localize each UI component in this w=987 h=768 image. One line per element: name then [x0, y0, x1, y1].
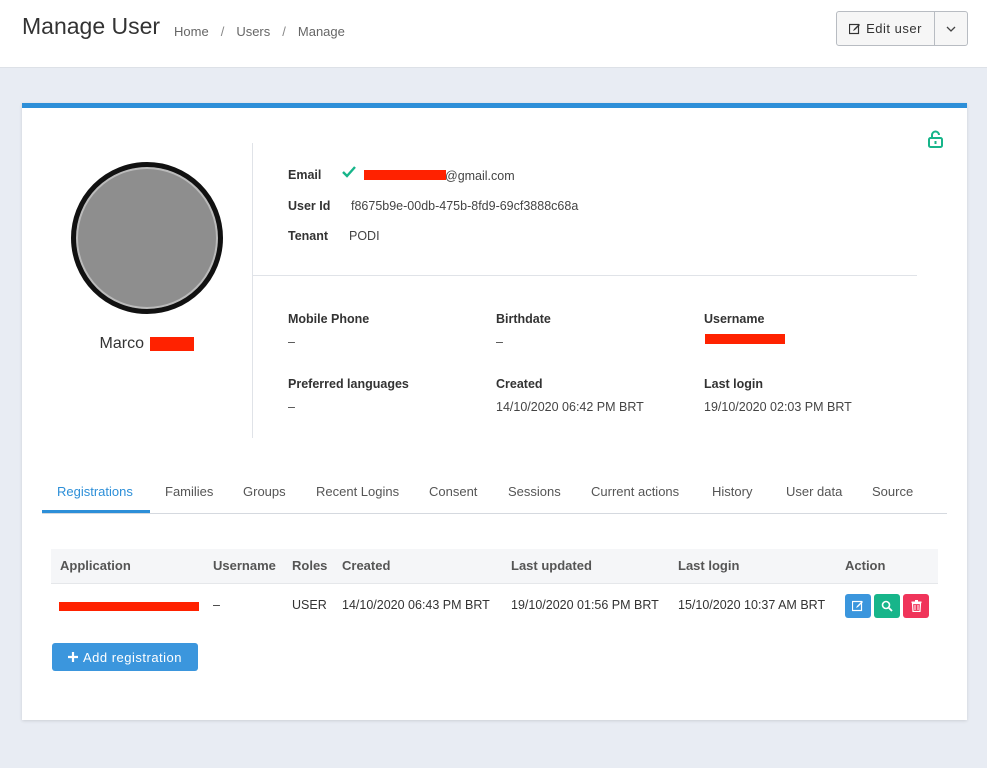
table-row: – USER 14/10/2020 06:43 PM BRT 19/10/202… [51, 583, 938, 626]
mobile-phone-value: – [288, 335, 295, 349]
horizontal-divider [253, 275, 917, 276]
breadcrumb-home[interactable]: Home [174, 24, 209, 39]
last-login-value: 19/10/2020 02:03 PM BRT [704, 400, 852, 414]
add-registration-label: Add registration [82, 649, 183, 665]
user-panel: Marco Email @gmail.com User Id f8675b9e-… [22, 103, 967, 720]
row-last-login: 15/10/2020 10:37 AM BRT [678, 598, 826, 612]
created-label: Created [496, 377, 543, 391]
plus-icon [67, 652, 78, 662]
row-last-updated: 19/10/2020 01:56 PM BRT [511, 598, 659, 612]
page-title: Manage User [22, 13, 161, 39]
column-header-roles: Roles [292, 558, 328, 573]
user-first-name: Marco [99, 335, 144, 352]
tenant-value: PODI [349, 229, 380, 243]
tab-bar: Registrations Families Groups Recent Log… [42, 473, 947, 514]
tab-groups[interactable]: Groups [243, 484, 286, 499]
edit-user-button[interactable]: Edit user [837, 12, 935, 45]
edit-registration-button[interactable] [845, 594, 871, 618]
tab-user-data[interactable]: User data [786, 484, 842, 499]
table-header: Application Username Roles Created Last … [51, 549, 938, 583]
breadcrumb-separator: / [282, 24, 286, 39]
redacted-username [705, 334, 785, 344]
tab-current-actions[interactable]: Current actions [591, 484, 679, 499]
redacted-application-name [59, 602, 199, 611]
preferred-languages-value: – [288, 400, 295, 414]
edit-user-label: Edit user [866, 21, 922, 36]
breadcrumb-manage: Manage [297, 24, 345, 39]
column-header-username: Username [213, 558, 276, 573]
search-icon [881, 600, 893, 612]
tab-families[interactable]: Families [165, 484, 213, 499]
tab-consent[interactable]: Consent [429, 484, 477, 499]
mobile-phone-label: Mobile Phone [288, 312, 370, 326]
edit-icon [852, 600, 863, 612]
tab-source[interactable]: Source [872, 484, 913, 499]
created-value: 14/10/2020 06:42 PM BRT [496, 400, 644, 414]
tab-history[interactable]: History [712, 484, 752, 499]
breadcrumb-users[interactable]: Users [236, 24, 270, 39]
email-label: Email [288, 168, 322, 182]
column-header-action: Action [845, 558, 886, 573]
tenant-label: Tenant [288, 229, 329, 243]
vertical-divider [252, 143, 253, 438]
tab-registrations[interactable]: Registrations [57, 484, 133, 499]
delete-registration-button[interactable] [903, 594, 929, 618]
user-id-label: User Id [288, 199, 331, 213]
column-header-application: Application [60, 558, 131, 573]
user-full-name: Marco [22, 335, 272, 353]
birthdate-value: – [496, 335, 503, 349]
column-header-last-updated: Last updated [511, 558, 592, 573]
birthdate-label: Birthdate [496, 312, 551, 326]
edit-user-button-group: Edit user [836, 11, 968, 46]
unlock-icon [928, 130, 943, 148]
redacted-last-name [150, 336, 195, 351]
redacted-email [364, 170, 446, 180]
column-header-last-login: Last login [678, 558, 740, 573]
top-bar: Manage User Home / Users / Manage Edit u… [0, 0, 987, 68]
avatar [71, 162, 223, 314]
view-registration-button[interactable] [874, 594, 900, 618]
check-icon [342, 166, 356, 178]
breadcrumb: Home / Users / Manage [174, 24, 345, 39]
edit-user-dropdown-toggle[interactable] [935, 12, 967, 45]
add-registration-button[interactable]: Add registration [52, 643, 198, 671]
chevron-down-icon [946, 26, 956, 32]
username-label: Username [704, 312, 765, 326]
tab-recent-logins[interactable]: Recent Logins [316, 484, 399, 499]
row-created: 14/10/2020 06:43 PM BRT [342, 598, 490, 612]
edit-icon [849, 23, 861, 34]
last-login-label: Last login [704, 377, 764, 391]
preferred-languages-label: Preferred languages [288, 377, 409, 391]
breadcrumb-separator: / [220, 24, 225, 39]
trash-icon [911, 600, 921, 612]
row-username: – [213, 598, 220, 612]
tab-sessions[interactable]: Sessions [508, 484, 561, 499]
active-tab-indicator [42, 510, 150, 513]
column-header-created: Created [342, 558, 391, 573]
user-id-value: f8675b9e-00db-475b-8fd9-69cf3888c68a [351, 199, 579, 213]
email-domain: @gmail.com [445, 169, 515, 183]
row-roles: USER [292, 598, 327, 612]
